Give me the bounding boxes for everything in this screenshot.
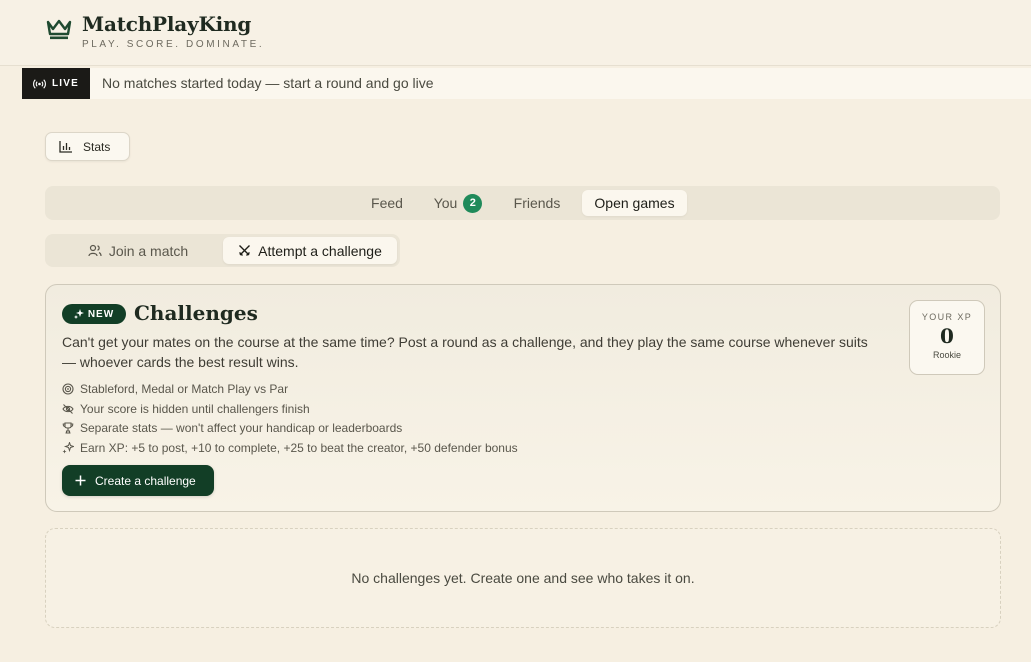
subtab-attempt-label: Attempt a challenge (258, 242, 382, 259)
subtab-join-label: Join a match (108, 242, 189, 259)
brand-name: MatchPlayKing (82, 12, 252, 36)
feature-text: Your score is hidden until challengers f… (80, 401, 310, 416)
xp-value: 0 (940, 324, 954, 348)
tab-feed[interactable]: Feed (360, 190, 414, 216)
subtab-attempt-a-challenge[interactable]: Attempt a challenge (223, 237, 397, 264)
swords-icon (239, 245, 251, 256)
bar-chart-icon (59, 141, 72, 153)
feature-item: Earn XP: +5 to post, +10 to complete, +2… (62, 438, 518, 458)
app-header: MatchPlayKing PLAY. SCORE. DOMINATE. (0, 0, 1031, 66)
empty-state: No challenges yet. Create one and see wh… (45, 528, 1001, 628)
notification-count-badge: 2 (463, 193, 483, 213)
live-banner: LIVE No matches started today — start a … (22, 68, 1031, 99)
crown-logo-icon (46, 19, 72, 40)
live-message: No matches started today — start a round… (102, 75, 434, 91)
sub-tabs: Join a match Attempt a challenge (45, 234, 400, 267)
tab-friends[interactable]: Friends (503, 190, 571, 216)
subtab-join-a-match[interactable]: Join a match (71, 237, 205, 264)
stats-button[interactable]: Stats (45, 132, 130, 161)
target-icon (62, 383, 74, 395)
trophy-icon (62, 422, 74, 434)
empty-state-text: No challenges yet. Create one and see wh… (351, 570, 695, 586)
broadcast-icon (33, 78, 46, 89)
create-challenge-label: Create a challenge (95, 473, 196, 488)
feature-text: Separate stats — won't affect your handi… (80, 421, 403, 436)
stats-button-label: Stats (83, 139, 111, 154)
card-description: Can't get your mates on the course at th… (62, 334, 868, 370)
xp-rank: Rookie (932, 350, 961, 360)
sparkles-icon (62, 441, 74, 454)
live-badge-label: LIVE (51, 78, 80, 89)
tab-friends-label: Friends (513, 195, 561, 211)
feature-text: Stableford, Medal or Match Play vs Par (80, 381, 289, 396)
plus-icon (75, 475, 86, 486)
feature-text: Earn XP: +5 to post, +10 to complete, +2… (80, 440, 518, 455)
users-icon (88, 244, 102, 257)
xp-label: YOUR XP (921, 312, 973, 322)
challenges-card: NEW Challenges Can't get your mates on t… (45, 284, 1001, 512)
feature-list: Stableford, Medal or Match Play vs Par Y… (62, 379, 518, 458)
feature-item: Your score is hidden until challengers f… (62, 399, 518, 419)
card-title: Challenges (134, 301, 258, 325)
new-badge: NEW (62, 304, 126, 324)
tab-open-games-label: Open games (594, 195, 675, 211)
sparkles-icon (73, 309, 84, 319)
tab-you-label: You (433, 195, 458, 211)
eye-off-icon (62, 403, 74, 414)
tab-open-games[interactable]: Open games (582, 190, 687, 216)
tab-feed-label: Feed (371, 195, 403, 211)
xp-panel: YOUR XP 0 Rookie (909, 300, 985, 375)
main-tabs: Feed You 2 Friends Open games (45, 186, 1000, 220)
tab-you[interactable]: You 2 (425, 190, 491, 216)
feature-item: Stableford, Medal or Match Play vs Par (62, 379, 518, 399)
live-badge: LIVE (22, 68, 90, 99)
new-badge-label: NEW (87, 308, 115, 320)
create-challenge-button[interactable]: Create a challenge (62, 465, 214, 496)
feature-item: Separate stats — won't affect your handi… (62, 418, 518, 438)
brand-tagline: PLAY. SCORE. DOMINATE. (82, 39, 265, 50)
